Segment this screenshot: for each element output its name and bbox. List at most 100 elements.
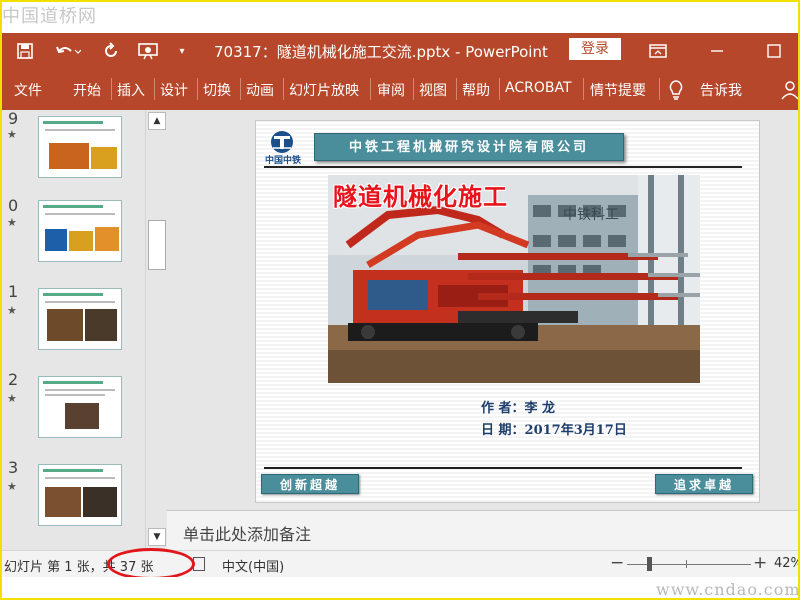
ribbon-display-options-icon[interactable] [646,41,670,61]
photo-building-sign: 中铁科工 [563,206,619,222]
header-rule [264,166,742,168]
tab-separator [111,78,112,100]
scroll-down-arrow-icon[interactable]: ▼ [148,528,166,546]
tab-transitions[interactable]: 切换 [203,80,231,100]
zoom-in-button[interactable]: + [753,553,767,573]
animation-star-icon: ★ [7,128,17,141]
tab-review[interactable]: 审阅 [377,80,405,100]
customize-quick-access-icon[interactable]: ▾ [174,41,190,61]
slide-headline: 隧道机械化施工 [333,182,508,211]
animation-star-icon: ★ [7,392,17,405]
thumb-tunnel-image [85,309,117,341]
thumb-machine-image [91,147,117,169]
thumb-machine-image [49,143,89,169]
author-line: 作 者：李 龙 [481,401,556,416]
thumb-tunnel-image [65,403,99,429]
scrollbar-thumb[interactable] [148,220,166,270]
tab-slideshow[interactable]: 幻灯片放映 [289,80,359,100]
notes-placeholder[interactable]: 单击此处添加备注 [183,521,311,545]
footer-bar: www.cndao.com [0,577,800,600]
logo-caption: 中国中铁 [265,156,302,166]
slide-number-label: 3 [8,458,19,477]
slide-thumbnail[interactable] [38,200,122,262]
scroll-up-arrow-icon[interactable]: ▲ [148,112,166,130]
thumb-machine-image [69,231,93,251]
zoom-level[interactable]: 42% [774,556,800,571]
animation-star-icon: ★ [7,216,17,229]
slide-thumbnail[interactable] [38,288,122,350]
tab-separator [240,78,241,100]
lightbulb-icon[interactable] [668,79,684,105]
thumb-header [43,469,103,472]
tab-separator [659,78,660,100]
thumb-text-line [45,389,115,391]
slide-number-label: 0 [8,196,19,215]
login-button[interactable]: 登录 [569,38,621,60]
thumb-header [43,205,103,208]
thumb-tunnel-image [45,487,81,517]
slide-number-label: 2 [8,370,19,389]
notes-pane[interactable]: 单击此处添加备注 [167,510,800,550]
tab-separator [413,78,414,100]
tab-separator [197,78,198,100]
undo-icon[interactable] [54,41,82,61]
tab-insert[interactable]: 插入 [117,80,145,100]
site-banner: 中国道桥网 [0,0,800,33]
slide-number-label: 9 [8,110,19,128]
slide-thumbnail[interactable] [38,464,122,526]
tab-separator [456,78,457,100]
animation-star-icon: ★ [7,304,17,317]
slide-thumbnail[interactable] [38,376,122,438]
zoom-slider-handle[interactable] [647,557,652,571]
slide-editing-area: 中国中铁 中铁工程机械研究设计院有限公司 中铁科工 隧道机械化施工 作 者：李 … [167,110,800,510]
thumb-text-line [45,394,105,396]
ribbon-tabs: 文件 开始 插入 设计 切换 动画 幻灯片放映 审阅 视图 帮助 ACROBAT… [0,70,800,110]
zoom-slider-center-tick [686,560,687,568]
thumbnail-scrollbar[interactable]: ▲ ▼ [145,110,167,550]
tab-separator [154,78,155,100]
thumb-tunnel-image [47,309,83,341]
maximize-icon[interactable] [762,41,786,61]
current-slide[interactable]: 中国中铁 中铁工程机械研究设计院有限公司 中铁科工 隧道机械化施工 作 者：李 … [255,120,760,503]
tell-me-search[interactable]: 告诉我 [700,80,742,100]
save-icon[interactable] [14,41,36,61]
tab-view[interactable]: 视图 [419,80,447,100]
zoom-out-button[interactable]: − [610,553,624,573]
tab-animations[interactable]: 动画 [246,80,274,100]
tab-design[interactable]: 设计 [160,80,188,100]
footer-rule [264,467,742,469]
thumb-text-line [45,301,115,303]
present-from-start-icon[interactable] [136,41,160,61]
innovation-banner: 创新超越 [261,474,359,494]
site-watermark: 中国道桥网 [2,6,97,27]
tab-separator [370,78,371,100]
footer-url: www.cndao.com [656,580,800,599]
tab-separator [583,78,584,100]
thumb-header [43,121,103,124]
account-icon[interactable] [780,80,800,104]
slide-thumbnail-pane: 9 ★ 0 ★ 1 ★ 2 ★ 3 ★ [0,110,145,550]
slide-thumbnail[interactable] [38,116,122,178]
thumb-text-line [45,129,115,131]
tab-acrobat[interactable]: ACROBAT [505,80,572,96]
animation-star-icon: ★ [7,480,17,493]
company-name-banner: 中铁工程机械研究设计院有限公司 [314,133,624,161]
document-title: 70317：隧道机械化施工交流.pptx - PowerPoint [214,43,548,61]
excellence-banner: 追求卓越 [655,474,753,494]
thumb-text-line [45,477,115,479]
zoom-slider-track[interactable] [627,564,751,565]
tab-help[interactable]: 帮助 [462,80,490,100]
thumb-tunnel-image [83,487,117,517]
slide-number-label: 1 [8,282,19,301]
redo-icon[interactable] [100,41,122,61]
tab-file[interactable]: 文件 [14,80,42,100]
date-line: 日 期：2017年3月17日 [481,423,627,438]
thumb-machine-image [95,227,119,251]
minimize-icon[interactable] [705,41,729,61]
tab-separator [499,78,500,100]
tab-home[interactable]: 开始 [73,80,101,100]
language-status[interactable]: 中文(中国) [222,556,284,575]
thumb-header [43,293,103,296]
title-bar: ▾ 70317：隧道机械化施工交流.pptx - PowerPoint 登录 [0,33,800,70]
tab-storyboarding[interactable]: 情节提要 [590,80,646,100]
